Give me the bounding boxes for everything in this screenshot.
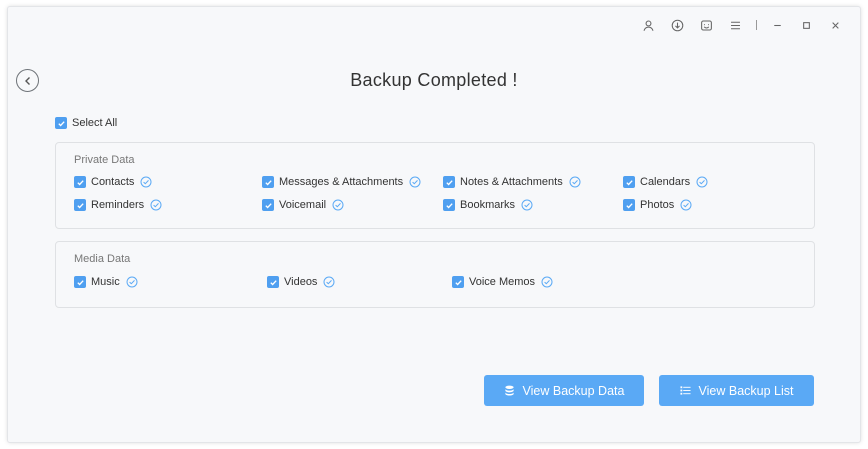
view-backup-list-label: View Backup List	[698, 383, 794, 398]
check-circle-icon	[150, 199, 162, 211]
database-icon	[504, 385, 514, 396]
menu-icon	[731, 21, 740, 29]
titlebar-separator	[756, 20, 757, 30]
check-circle-icon	[521, 199, 533, 211]
account-icon	[643, 20, 654, 31]
item-bookmarks[interactable]: Bookmarks	[443, 199, 533, 211]
select-all-checkbox[interactable]: Select All	[55, 117, 117, 129]
checkbox-checked-icon	[55, 117, 67, 129]
private-data-title: Private Data	[74, 154, 135, 166]
item-label: Photos	[640, 199, 675, 211]
item-calendars[interactable]: Calendars	[623, 176, 708, 188]
item-music[interactable]: Music	[74, 276, 138, 288]
item-label: Reminders	[91, 199, 145, 211]
item-label: Calendars	[640, 176, 691, 188]
feedback-icon	[701, 20, 712, 30]
checkbox-checked-icon	[443, 199, 455, 211]
item-label: Music	[91, 276, 120, 288]
private-data-panel: Private Data Contacts Messages & Attachm…	[55, 142, 815, 229]
close-icon	[832, 21, 839, 29]
item-label: Voicemail	[279, 199, 327, 211]
item-messages-attachments[interactable]: Messages & Attachments	[262, 176, 421, 188]
item-label: Notes & Attachments	[460, 176, 563, 188]
download-button[interactable]	[663, 13, 692, 37]
item-voice-memos[interactable]: Voice Memos	[452, 276, 553, 288]
check-circle-icon	[409, 176, 421, 188]
item-label: Messages & Attachments	[279, 176, 404, 188]
media-data-panel: Media Data Music Videos Voice Memos	[55, 241, 815, 308]
item-label: Videos	[284, 276, 318, 288]
view-backup-list-button[interactable]: View Backup List	[659, 375, 814, 406]
item-contacts[interactable]: Contacts	[74, 176, 152, 188]
check-circle-icon	[680, 199, 692, 211]
item-label: Voice Memos	[469, 276, 536, 288]
checkbox-checked-icon	[262, 199, 274, 211]
download-icon	[671, 19, 684, 31]
close-button[interactable]	[821, 13, 850, 37]
page-title: Backup Completed !	[350, 70, 518, 90]
media-data-title: Media Data	[74, 253, 131, 265]
account-button[interactable]	[634, 13, 663, 37]
list-icon	[679, 386, 691, 395]
checkbox-checked-icon	[267, 276, 279, 288]
check-circle-icon	[140, 176, 152, 188]
checkbox-checked-icon	[74, 199, 86, 211]
checkbox-checked-icon	[452, 276, 464, 288]
checkbox-checked-icon	[623, 176, 635, 188]
item-reminders[interactable]: Reminders	[74, 199, 162, 211]
check-circle-icon	[541, 276, 553, 288]
minimize-icon	[774, 24, 781, 26]
check-circle-icon	[323, 276, 335, 288]
checkbox-checked-icon	[262, 176, 274, 188]
titlebar-controls	[634, 13, 850, 37]
maximize-icon	[803, 21, 810, 29]
app-window: Backup Completed ! Select All Private Da…	[7, 6, 861, 443]
item-label: Bookmarks	[460, 199, 516, 211]
check-circle-icon	[696, 176, 708, 188]
maximize-button[interactable]	[792, 13, 821, 37]
checkbox-checked-icon	[74, 176, 86, 188]
checkbox-checked-icon	[623, 199, 635, 211]
select-all-label: Select All	[72, 117, 118, 129]
menu-button[interactable]	[721, 13, 750, 37]
view-backup-data-button[interactable]: View Backup Data	[484, 375, 644, 406]
item-voicemail[interactable]: Voicemail	[262, 199, 344, 211]
item-notes-attachments[interactable]: Notes & Attachments	[443, 176, 581, 188]
check-circle-icon	[569, 176, 581, 188]
view-backup-data-label: View Backup Data	[522, 383, 625, 398]
minimize-button[interactable]	[763, 13, 792, 37]
item-photos[interactable]: Photos	[623, 199, 692, 211]
feedback-button[interactable]	[692, 13, 721, 37]
checkbox-checked-icon	[443, 176, 455, 188]
checkbox-checked-icon	[74, 276, 86, 288]
check-circle-icon	[332, 199, 344, 211]
check-circle-icon	[126, 276, 138, 288]
item-videos[interactable]: Videos	[267, 276, 335, 288]
item-label: Contacts	[91, 176, 135, 188]
